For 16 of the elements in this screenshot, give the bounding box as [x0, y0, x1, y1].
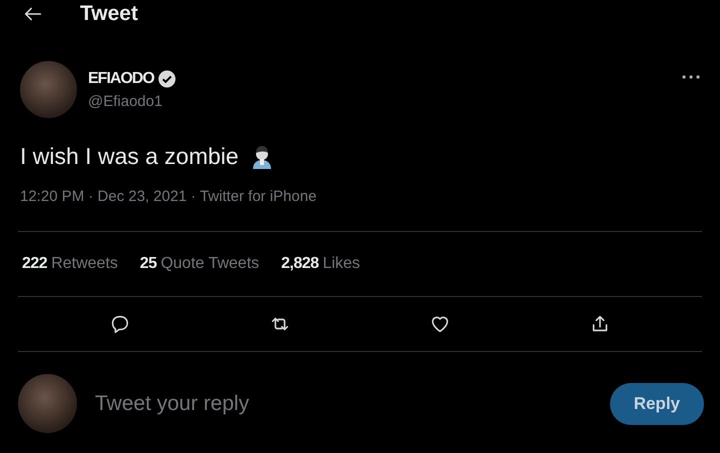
reply-button[interactable]: Reply [610, 382, 704, 424]
reply-input-field[interactable]: Tweet your reply [93, 390, 594, 416]
stat-count: 222 [22, 255, 48, 273]
tweet-timestamp: 12:20 PM · Dec 23, 2021 · Twitter for iPhone [19, 187, 318, 205]
reply-icon[interactable] [109, 313, 131, 335]
stat-count: 25 [140, 255, 157, 273]
author-name[interactable]: EFIAODO [88, 70, 154, 88]
stat-label[interactable]: Retweets [51, 255, 118, 273]
stat-count: 2,828 [281, 255, 319, 273]
stat-label[interactable]: Likes [322, 255, 360, 273]
stat-label[interactable]: Quote Tweets [160, 255, 260, 273]
author-handle: @Efiaodo1 [88, 92, 164, 110]
tweet-text: I wish I was a zombie [20, 143, 239, 170]
page-title: Tweet [80, 2, 138, 26]
person-emoji-icon [250, 144, 273, 168]
more-icon[interactable] [682, 75, 700, 79]
